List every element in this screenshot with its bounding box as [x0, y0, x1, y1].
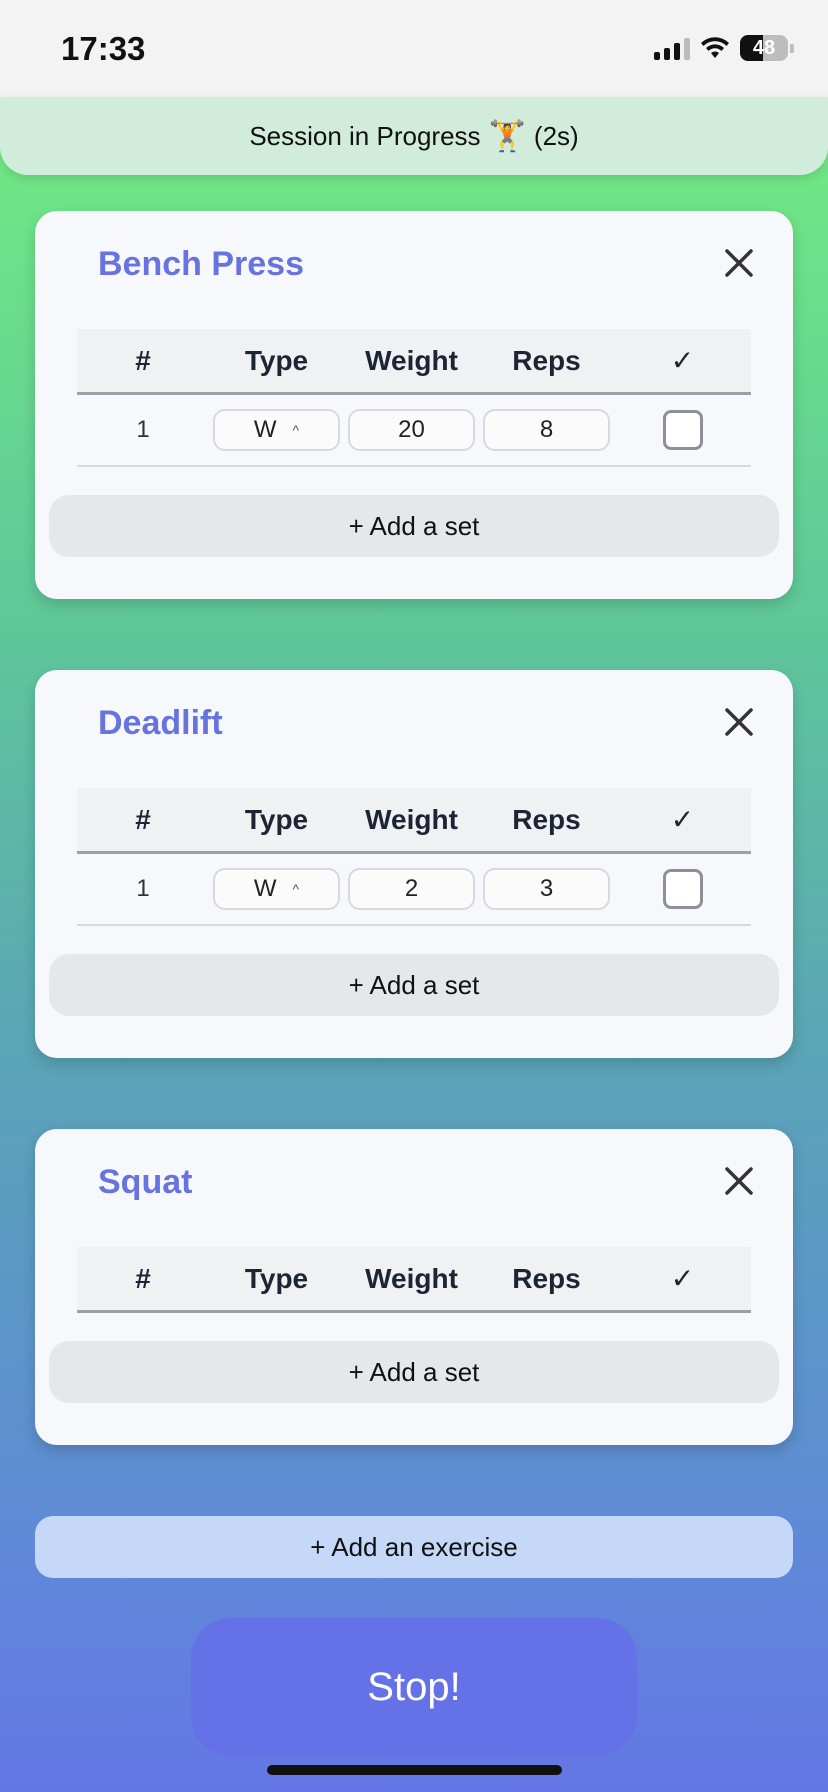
header-num: # — [135, 1262, 151, 1294]
header-weight: Weight — [365, 1262, 458, 1294]
header-weight: Weight — [365, 344, 458, 376]
battery-level: 48 — [752, 36, 776, 59]
set-done-checkbox[interactable] — [662, 410, 703, 450]
table-row: 1 W ^ 20 8 — [77, 395, 751, 467]
weight-input[interactable]: 2 — [348, 868, 475, 910]
table-header: # Type Weight Reps ✓ — [77, 1247, 751, 1313]
session-elapsed: (2s) — [533, 120, 579, 151]
reps-input[interactable]: 8 — [483, 409, 610, 451]
close-icon — [725, 249, 753, 277]
battery-icon: 48 — [740, 35, 788, 61]
set-type-value: W — [253, 875, 277, 902]
reps-input[interactable]: 3 — [483, 868, 610, 910]
status-bar: 17:33 48 — [0, 0, 828, 97]
set-number: 1 — [136, 416, 150, 443]
header-reps: Reps — [512, 344, 581, 376]
header-reps: Reps — [512, 803, 581, 835]
add-set-button[interactable]: + Add a set — [49, 495, 779, 557]
battery-tip — [790, 43, 794, 53]
status-time: 17:33 — [61, 30, 146, 67]
header-weight: Weight — [365, 803, 458, 835]
sets-table: # Type Weight Reps ✓ 1 W ^ 2 3 — [77, 788, 751, 926]
header-done: ✓ — [670, 1263, 695, 1294]
set-type-value: W — [253, 416, 277, 443]
remove-exercise-button[interactable] — [721, 1163, 757, 1199]
remove-exercise-button[interactable] — [721, 245, 757, 281]
add-set-button[interactable]: + Add a set — [49, 1341, 779, 1403]
weightlifter-icon: 🏋️ — [488, 119, 526, 153]
chevron-up-icon: ^ — [292, 422, 300, 438]
set-done-checkbox[interactable] — [662, 869, 703, 909]
exercise-title: Deadlift — [98, 704, 223, 742]
remove-exercise-button[interactable] — [721, 704, 757, 740]
table-header: # Type Weight Reps ✓ — [77, 329, 751, 395]
exercise-title: Bench Press — [98, 245, 304, 283]
status-icons: 48 — [654, 35, 794, 61]
header-done: ✓ — [670, 345, 695, 376]
header-type: Type — [244, 803, 309, 835]
table-row: 1 W ^ 2 3 — [77, 854, 751, 926]
set-number: 1 — [136, 875, 150, 902]
header-type: Type — [244, 1262, 309, 1294]
sets-table: # Type Weight Reps ✓ 1 W ^ 20 8 — [77, 329, 751, 467]
header-num: # — [135, 803, 151, 835]
add-exercise-button[interactable]: + Add an exercise — [35, 1516, 793, 1578]
session-banner: Session in Progress 🏋️ (2s) — [0, 97, 828, 175]
home-indicator — [267, 1765, 562, 1775]
header-type: Type — [244, 344, 309, 376]
close-icon — [725, 708, 753, 736]
weight-input[interactable]: 20 — [348, 409, 475, 451]
header-num: # — [135, 344, 151, 376]
cellular-signal-icon — [654, 36, 690, 60]
chevron-up-icon: ^ — [292, 881, 300, 897]
stop-session-button[interactable]: Stop! — [191, 1618, 637, 1756]
exercise-title: Squat — [98, 1163, 193, 1201]
header-done: ✓ — [670, 804, 695, 835]
wifi-icon — [701, 37, 729, 58]
exercise-card-deadlift: Deadlift # Type Weight Reps ✓ 1 W ^ 2 3 +… — [35, 670, 793, 1058]
set-type-select[interactable]: W ^ — [213, 868, 340, 910]
add-set-button[interactable]: + Add a set — [49, 954, 779, 1016]
exercise-card-squat: Squat # Type Weight Reps ✓ + Add a set — [35, 1129, 793, 1445]
exercise-card-bench-press: Bench Press # Type Weight Reps ✓ 1 W ^ 20… — [35, 211, 793, 599]
close-icon — [725, 1167, 753, 1195]
session-label: Session in Progress — [249, 120, 481, 151]
table-header: # Type Weight Reps ✓ — [77, 788, 751, 854]
sets-table: # Type Weight Reps ✓ — [77, 1247, 751, 1313]
set-type-select[interactable]: W ^ — [213, 409, 340, 451]
header-reps: Reps — [512, 1262, 581, 1294]
